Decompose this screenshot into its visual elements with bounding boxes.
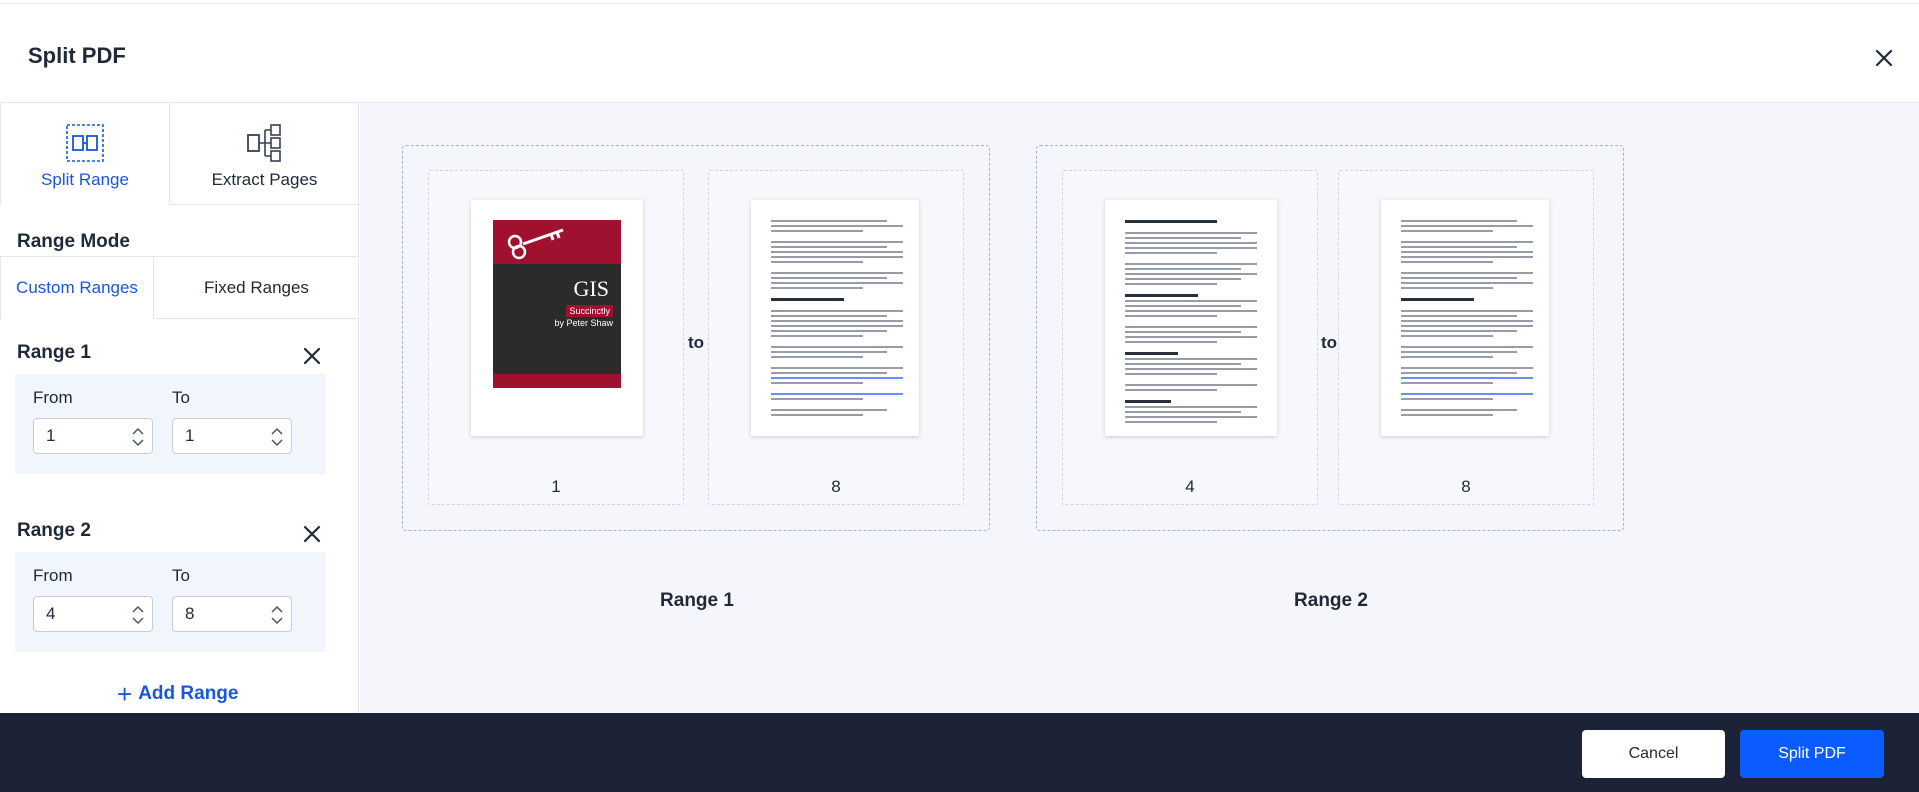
page-number: 8 [831,477,841,496]
split-pdf-button[interactable]: Split PDF [1740,730,1884,778]
page-number: 1 [551,477,561,496]
cover-banner [493,220,621,264]
page-thumbnail: GIS Succinctly by Peter Shaw [471,200,643,436]
remove-range-icon[interactable] [300,522,324,546]
plus-icon: + [117,679,133,709]
page-thumbnail [751,200,919,436]
close-icon[interactable] [1872,46,1896,70]
stepper-icon[interactable] [132,426,144,448]
to-value: 1 [185,426,195,445]
from-label: From [33,388,73,407]
from-label: From [33,566,73,585]
range-group: GIS Succinctly by Peter Shaw 1 to 8 Rang… [402,145,990,611]
range-title: Range 2 [17,520,91,541]
stepper-icon[interactable] [132,604,144,626]
to-value: 8 [185,604,195,623]
mode-tabs: Split Range Extract Pages [0,103,358,205]
from-value: 1 [46,426,56,445]
dialog-title: Split PDF [28,43,126,68]
range-panel: From To 4 8 [15,552,326,652]
cover-subtitle: Succinctly [566,305,613,317]
from-value: 4 [46,604,56,623]
cover-footer-strip [493,374,621,388]
top-divider [0,3,1919,4]
page-card: 8 [1338,170,1594,505]
dialog-header: Split PDF [0,0,1919,102]
book-cover: GIS Succinctly by Peter Shaw [493,220,621,388]
to-input[interactable]: 1 [172,418,292,454]
range-title: Range 1 [17,342,91,363]
stepper-icon[interactable] [271,604,283,626]
remove-range-icon[interactable] [300,344,324,368]
range-item: Range 1 From To 1 1 [0,342,358,482]
add-range-button[interactable]: + Add Range [117,681,238,707]
cover-title: GIS [573,276,609,301]
page-card: 4 [1062,170,1318,505]
page-thumbnail [1105,200,1277,436]
dialog-footer: Cancel Split PDF [0,713,1919,792]
from-input[interactable]: 4 [33,596,153,632]
from-input[interactable]: 1 [33,418,153,454]
to-label: To [172,566,190,585]
range-group: 4 to 8 Range 2 [1036,145,1624,611]
stepper-icon[interactable] [271,426,283,448]
tab-split-range[interactable]: Split Range [0,103,170,205]
page-card: GIS Succinctly by Peter Shaw 1 [428,170,684,505]
to-input[interactable]: 8 [172,596,292,632]
page-number: 8 [1461,477,1471,496]
preview-area: GIS Succinctly by Peter Shaw 1 to 8 Rang… [360,102,1919,713]
range-mode-label: Range Mode [17,231,130,252]
page-card: 8 [708,170,964,505]
split-pdf-dialog: Split PDF Split Range Extract Pages Rang… [0,0,1919,792]
cover-author: by Peter Shaw [554,318,613,328]
tab-extract-pages-label: Extract Pages [211,170,318,189]
to-connector: to [688,333,705,352]
sidebar: Split Range Extract Pages Range Mode Cus… [0,102,359,713]
tab-custom-ranges[interactable]: Custom Ranges [0,257,154,319]
cancel-button[interactable]: Cancel [1582,730,1725,778]
range-group-label: Range 2 [1294,590,1368,611]
page-text [771,220,903,419]
page-text [1401,220,1533,419]
to-connector: to [1321,333,1338,352]
range-mode-tabs: Custom Ranges Fixed Ranges [0,256,358,319]
page-thumbnail [1381,200,1549,436]
extract-pages-icon [246,124,281,162]
add-range-label: Add Range [138,683,239,704]
tab-fixed-ranges[interactable]: Fixed Ranges [154,257,358,319]
tab-split-range-label: Split Range [41,170,129,189]
range-group-label: Range 1 [660,590,734,611]
to-label: To [172,388,190,407]
tab-extract-pages[interactable]: Extract Pages [170,103,358,205]
range-panel: From To 1 1 [15,374,326,474]
page-text [1125,220,1257,426]
range-item: Range 2 From To 4 8 [0,520,358,660]
key-icon [507,228,564,260]
page-number: 4 [1185,477,1195,496]
split-range-icon [66,124,104,162]
